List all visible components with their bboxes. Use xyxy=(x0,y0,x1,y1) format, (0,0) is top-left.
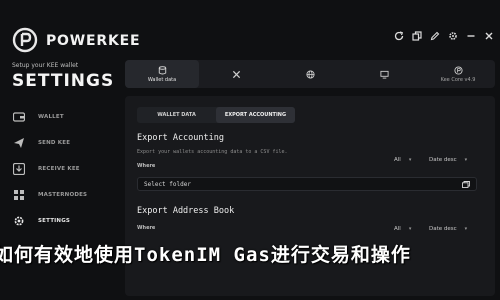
tools-icon xyxy=(232,70,240,78)
sidebar-item-send-kee[interactable]: SEND KEE xyxy=(10,130,110,156)
wallet-subtitle: Setup your KEE wallet xyxy=(12,62,79,69)
select-value: All xyxy=(394,157,401,163)
brand-name: POWERKEE xyxy=(46,33,141,49)
export-accounting-description: Export your wallets accounting data to a… xyxy=(137,149,288,155)
export-accounting-title: Export Accounting xyxy=(137,133,224,143)
settings-tabs: WALLET DATA EXPORT ACCOUNTING xyxy=(137,107,295,123)
sidebar-item-label: SETTINGS xyxy=(38,218,71,224)
pen-icon[interactable] xyxy=(429,30,440,41)
powerkee-logo-icon xyxy=(12,27,38,53)
select-value: Date desc xyxy=(429,157,457,163)
tab-export-accounting[interactable]: EXPORT ACCOUNTING xyxy=(216,107,295,123)
sort-order-select[interactable]: Date desc ▾ xyxy=(429,157,467,163)
display-icon xyxy=(379,70,389,79)
refresh-icon[interactable] xyxy=(393,30,404,41)
sidebar-nav: WALLET SEND KEE RECEIVE KEE MASTERNODES … xyxy=(10,104,110,234)
toolbar-wallet-data[interactable]: Wallet data xyxy=(125,60,199,88)
chevron-down-icon: ▾ xyxy=(408,226,412,232)
settings-toolbar: Wallet data Kee Core v4.9 xyxy=(125,60,495,88)
where-label: Where xyxy=(137,225,156,231)
chevron-down-icon: ▾ xyxy=(464,157,468,163)
kee-core-icon xyxy=(453,65,463,75)
gear-icon xyxy=(12,214,26,228)
settings-icon[interactable] xyxy=(447,30,458,41)
account-filter-select[interactable]: All ▾ xyxy=(394,157,411,163)
address-sort-select[interactable]: Date desc ▾ xyxy=(429,226,467,232)
toolbar-kee-core[interactable]: Kee Core v4.9 xyxy=(421,60,495,88)
minimize-icon[interactable] xyxy=(465,30,476,41)
database-icon xyxy=(158,65,166,74)
sidebar-item-receive-kee[interactable]: RECEIVE KEE xyxy=(10,156,110,182)
toolbar-network[interactable] xyxy=(273,60,347,88)
toolbar-label: Kee Core v4.9 xyxy=(440,76,476,83)
sidebar-item-label: RECEIVE KEE xyxy=(38,166,80,172)
sidebar-item-label: SEND KEE xyxy=(38,140,71,146)
select-value: Date desc xyxy=(429,226,457,232)
overlay-headline: 如何有效地使用TokenIM Gas进行交易和操作 xyxy=(0,244,411,266)
globe-icon xyxy=(305,69,315,79)
sidebar-item-label: WALLET xyxy=(38,114,64,120)
toolbar-tools[interactable] xyxy=(199,60,273,88)
chevron-down-icon: ▾ xyxy=(464,226,468,232)
sidebar-item-masternodes[interactable]: MASTERNODES xyxy=(10,182,110,208)
tab-wallet-data[interactable]: WALLET DATA xyxy=(137,107,216,123)
folder-icon[interactable] xyxy=(462,181,470,188)
address-filter-select[interactable]: All ▾ xyxy=(394,226,411,232)
sidebar-item-settings[interactable]: SETTINGS xyxy=(10,208,110,234)
page-title: SETTINGS xyxy=(12,71,115,91)
window-controls xyxy=(393,30,494,41)
close-icon[interactable] xyxy=(483,30,494,41)
chevron-down-icon: ▾ xyxy=(408,157,412,163)
folder-placeholder: Select folder xyxy=(144,180,191,188)
sidebar-item-wallet[interactable]: WALLET xyxy=(10,104,110,130)
send-icon xyxy=(12,136,26,150)
receive-icon xyxy=(12,162,26,176)
select-folder-field[interactable]: Select folder xyxy=(137,177,477,191)
where-label: Where xyxy=(137,163,156,169)
sidebar-item-label: MASTERNODES xyxy=(38,192,88,198)
select-value: All xyxy=(394,226,401,232)
wallet-icon xyxy=(12,110,26,124)
toolbar-label: Wallet data xyxy=(147,76,177,83)
masternodes-icon xyxy=(12,188,26,202)
export-address-book-title: Export Address Book xyxy=(137,206,235,216)
toolbar-display[interactable] xyxy=(347,60,421,88)
copy-icon[interactable] xyxy=(411,30,422,41)
